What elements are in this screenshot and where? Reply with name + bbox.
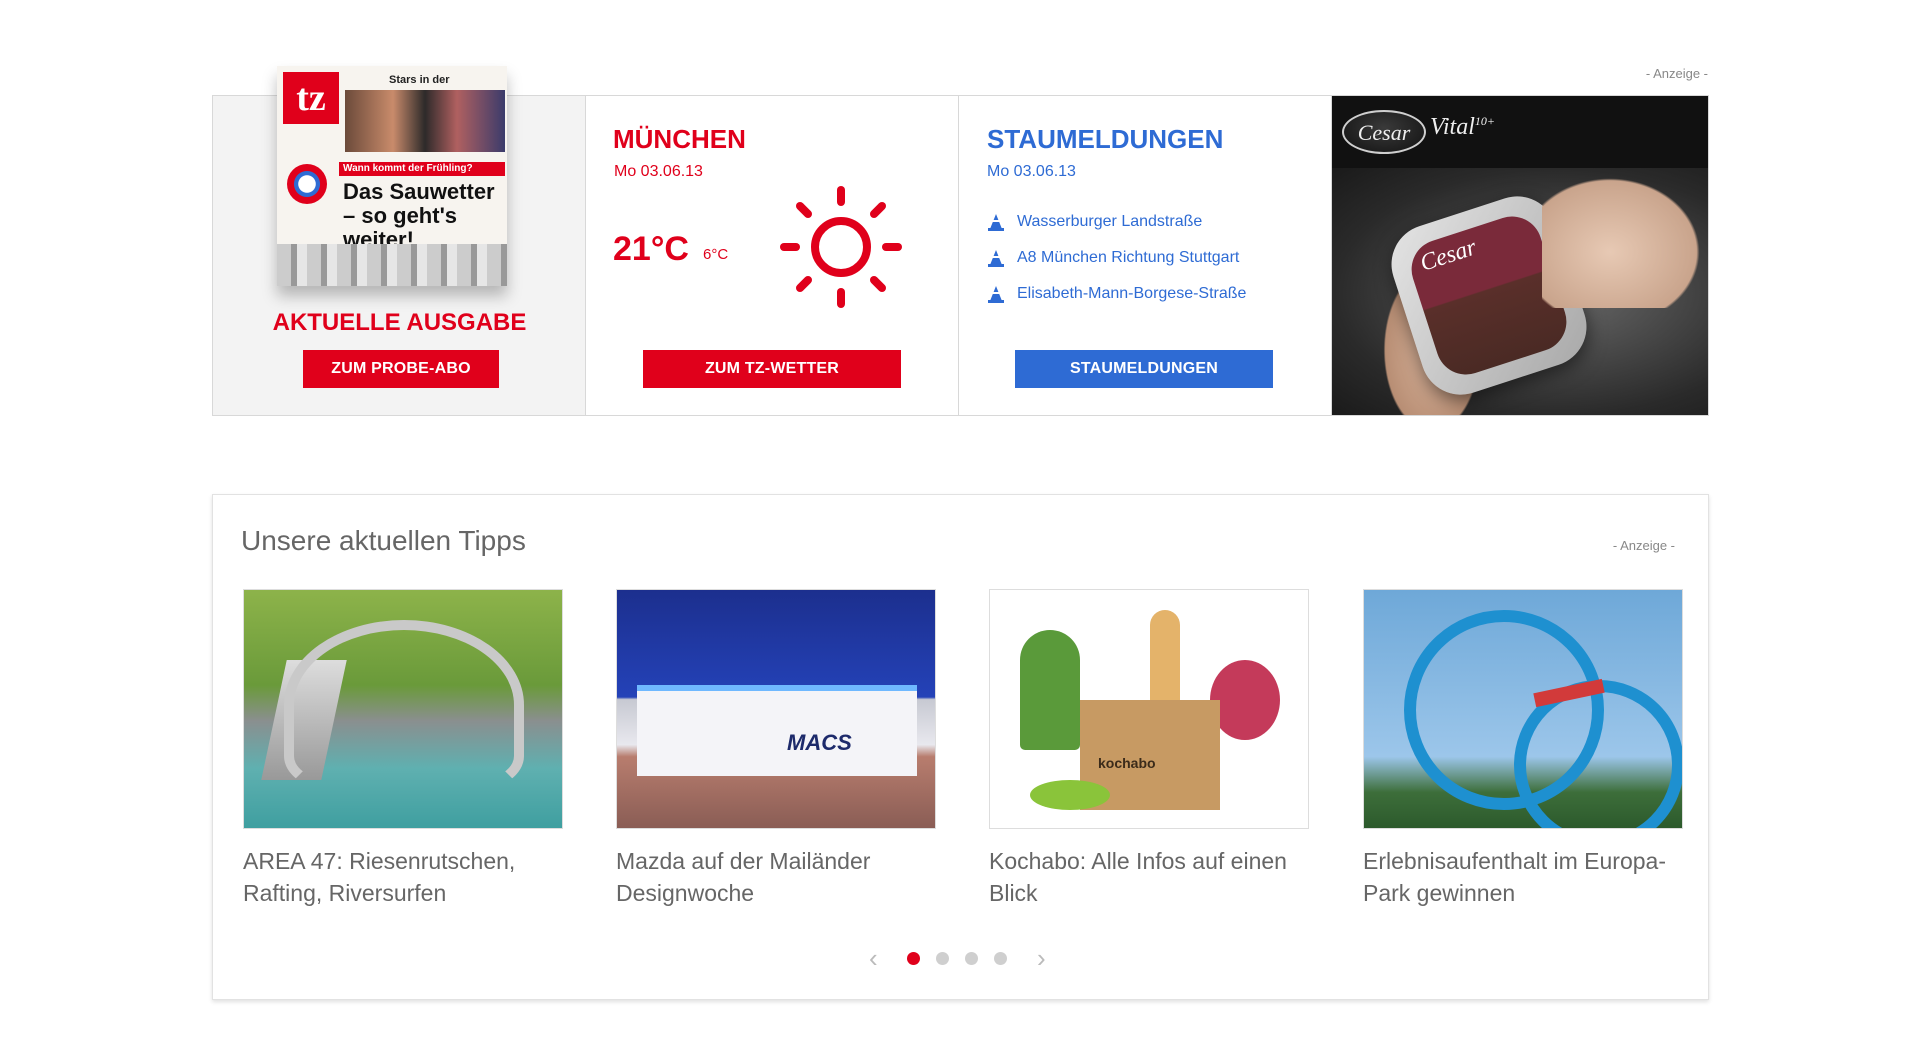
- traffic-cone-icon: [988, 286, 1004, 303]
- club-crest-icon: [287, 164, 327, 204]
- ad-header: Cesar Vital10+: [1332, 96, 1708, 168]
- ad-image: Cesar: [1332, 168, 1708, 415]
- newspaper-headline: Das Sauwetter – so geht's weiter!: [343, 179, 495, 252]
- pager-dot-3[interactable]: [965, 952, 978, 965]
- tip-image[interactable]: MACS: [616, 589, 936, 829]
- weather-city: MÜNCHEN: [613, 124, 746, 154]
- traffic-cone-icon: [988, 214, 1004, 231]
- tip-title[interactable]: Erlebnisaufenthalt im Europa-Park gewinn…: [1363, 845, 1683, 909]
- vegetables: [1020, 630, 1080, 750]
- tip-image[interactable]: [243, 589, 563, 829]
- pager-dot-2[interactable]: [936, 952, 949, 965]
- traffic-item[interactable]: Wasserburger Landstraße: [987, 204, 1246, 240]
- traffic-item[interactable]: A8 München Richtung Stuttgart: [987, 240, 1246, 276]
- tip-title[interactable]: AREA 47: Riesenrutschen, Rafting, Rivers…: [243, 845, 563, 909]
- traffic-item-label: Elisabeth-Mann-Borgese-Straße: [1017, 285, 1247, 302]
- vital-sup: 10+: [1474, 114, 1495, 128]
- tip-card-europapark[interactable]: Erlebnisaufenthalt im Europa-Park gewinn…: [1363, 589, 1683, 909]
- traffic-panel: STAUMELDUNGEN Mo 03.06.13 Wasserburger L…: [959, 96, 1332, 415]
- tip-image[interactable]: kochabo: [989, 589, 1309, 829]
- traffic-item-label: A8 München Richtung Stuttgart: [1017, 249, 1240, 266]
- current-issue-title: AKTUELLE AUSGABE: [272, 309, 527, 336]
- traffic-item-label: Wasserburger Landstraße: [1017, 213, 1203, 230]
- traffic-list: Wasserburger Landstraße A8 München Richt…: [987, 204, 1246, 312]
- newspaper-cover[interactable]: tz Stars in der Wann kommt der Frühling?…: [277, 66, 507, 286]
- lime: [1030, 780, 1110, 810]
- pager-dot-1[interactable]: [907, 952, 920, 965]
- trial-subscription-button[interactable]: ZUM PROBE-ABO: [303, 350, 499, 388]
- widget-row: tz Stars in der Wann kommt der Frühling?…: [212, 66, 1709, 416]
- sun-icon: [780, 186, 902, 308]
- tip-card-mazda[interactable]: MACS Mazda auf der Mailänder Designwoche: [616, 589, 936, 909]
- traffic-date: Mo 03.06.13: [987, 163, 1076, 180]
- vital-text: Vital: [1430, 114, 1475, 140]
- water-slide: [284, 620, 524, 790]
- tip-card-kochabo[interactable]: kochabo Kochabo: Alle Infos auf einen Bl…: [989, 589, 1309, 909]
- newspaper-photo: [345, 90, 505, 152]
- current-issue-panel: tz Stars in der Wann kommt der Frühling?…: [213, 66, 586, 415]
- traffic-item[interactable]: Elisabeth-Mann-Borgese-Straße: [987, 276, 1246, 312]
- weather-panel: MÜNCHEN Mo 03.06.13 21°C 6°C ZUM TZ-WETT…: [586, 96, 959, 415]
- weather-temp-low: 6°C: [703, 246, 729, 263]
- building: [637, 685, 917, 776]
- tip-card-area47[interactable]: AREA 47: Riesenrutschen, Rafting, Rivers…: [243, 589, 563, 909]
- tips-box: Unsere aktuellen Tipps - Anzeige - AREA …: [212, 494, 1709, 1000]
- traffic-button[interactable]: STAUMELDUNGEN: [1015, 350, 1273, 388]
- kochabo-box-label: kochabo: [1098, 755, 1156, 771]
- beetroot: [1210, 660, 1280, 740]
- newspaper-kicker: Stars in der: [389, 74, 450, 86]
- tip-image[interactable]: [1363, 589, 1683, 829]
- newspaper-logo: tz: [283, 72, 339, 124]
- weather-date: Mo 03.06.13: [614, 163, 703, 180]
- weather-button[interactable]: ZUM TZ-WETTER: [643, 350, 901, 388]
- ad-label-top: - Anzeige -: [1645, 66, 1708, 81]
- newspaper-bottom-photos: [277, 244, 507, 286]
- traffic-cone-icon: [988, 250, 1004, 267]
- weather-temp-high: 21°C: [613, 230, 689, 268]
- traffic-title: STAUMELDUNGEN: [987, 124, 1224, 154]
- tips-heading: Unsere aktuellen Tipps: [241, 525, 526, 556]
- macs-sign: MACS: [787, 730, 852, 755]
- ad-hand-right: [1542, 168, 1708, 308]
- tip-title[interactable]: Kochabo: Alle Infos auf einen Blick: [989, 845, 1309, 909]
- chevron-right-icon[interactable]: ›: [1037, 945, 1046, 971]
- vital-logo: Vital10+: [1430, 114, 1495, 141]
- newspaper-strip: Wann kommt der Frühling?: [339, 162, 505, 176]
- cesar-logo: Cesar: [1342, 110, 1426, 154]
- chevron-left-icon[interactable]: ‹: [869, 945, 878, 971]
- tips-ad-label: - Anzeige -: [1612, 538, 1675, 553]
- carousel-pager: ‹ ›: [213, 945, 1708, 971]
- pager-dot-4[interactable]: [994, 952, 1007, 965]
- cesar-ad-banner[interactable]: Cesar Vital10+ Cesar: [1332, 96, 1708, 415]
- tip-title[interactable]: Mazda auf der Mailänder Designwoche: [616, 845, 936, 909]
